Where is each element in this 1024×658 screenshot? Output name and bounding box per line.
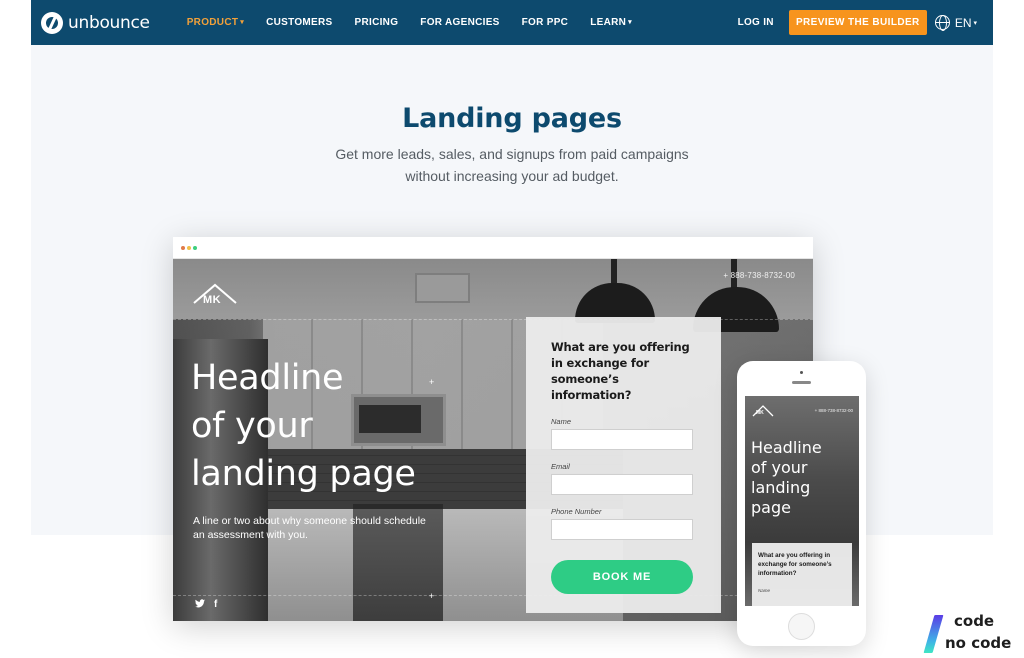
window-dot-close-icon <box>181 245 185 250</box>
window-dot-minimize-icon <box>187 245 191 250</box>
login-link[interactable]: LOG IN <box>738 17 774 28</box>
browser-bar <box>173 237 813 259</box>
chevron-down-icon: ▾ <box>628 19 632 26</box>
headline-line: page <box>751 498 791 517</box>
globe-icon <box>934 15 950 31</box>
phone-speaker-icon <box>792 381 811 384</box>
phone-number-label: Phone Number <box>551 507 602 516</box>
social-links: f <box>195 599 217 610</box>
language-selector[interactable]: EN ▾ <box>934 15 977 31</box>
mk-logo: MK <box>191 283 239 309</box>
header-phone-number: + 888-738-8732-00 <box>723 271 795 280</box>
mobile-lead-form: What are you offering in exchange for so… <box>752 543 852 606</box>
desktop-preview: MK + 888-738-8732-00 Headline of your la… <box>173 237 813 621</box>
code-no-code-watermark: code no code <box>923 612 1020 654</box>
hero-subtitle: Get more leads, sales, and signups from … <box>0 143 1024 187</box>
nav-right: LOG IN PREVIEW THE BUILDER EN ▾ <box>738 0 993 45</box>
email-field[interactable] <box>551 474 693 495</box>
ceiling-light <box>415 273 470 303</box>
nav-item-pricing[interactable]: PRICING <box>355 17 399 28</box>
headline-line: landing page <box>191 454 416 494</box>
landing-headline: Headline of your landing page <box>191 354 491 498</box>
phone-number-field[interactable] <box>551 519 693 540</box>
plus-marker-icon: + <box>429 591 435 601</box>
watermark-line: code <box>954 612 995 630</box>
email-label: Email <box>551 462 570 471</box>
nav-item-label: FOR AGENCIES <box>420 17 500 28</box>
landing-page-screen: MK + 888-738-8732-00 Headline of your la… <box>173 259 813 621</box>
chevron-down-icon: ▾ <box>973 19 977 27</box>
nav-menu: PRODUCT ▾ CUSTOMERS PRICING FOR AGENCIES … <box>187 17 654 28</box>
page-title: Landing pages <box>402 103 622 134</box>
nav-item-product[interactable]: PRODUCT ▾ <box>187 17 244 28</box>
mobile-headline: Headline of your landing page <box>751 438 822 518</box>
header-phone-number: + 888-738-8732-00 <box>814 408 853 413</box>
twitter-icon[interactable] <box>195 599 205 608</box>
nav-item-learn[interactable]: LEARN ▾ <box>590 17 632 28</box>
headline-line: of your <box>191 406 313 446</box>
headline-line: Headline <box>751 438 822 457</box>
headline-line: landing <box>751 478 811 497</box>
unbounce-logo-icon <box>41 11 63 34</box>
window-dot-maximize-icon <box>193 245 197 250</box>
lamp-cord <box>611 259 617 285</box>
mobile-screen: MK + 888-738-8732-00 Headline of your la… <box>745 396 859 606</box>
book-me-button[interactable]: BOOK ME <box>551 560 693 594</box>
nav-item-label: PRICING <box>354 17 399 28</box>
mobile-preview: MK + 888-738-8732-00 Headline of your la… <box>737 361 866 646</box>
headline-line: of your <box>751 458 808 477</box>
name-label: Name <box>758 588 771 593</box>
nav-item-label: LEARN <box>590 17 627 28</box>
nav-item-for-ppc[interactable]: FOR PPC <box>522 17 569 28</box>
hero-subtitle-line: Get more leads, sales, and signups from … <box>335 146 689 162</box>
name-field[interactable] <box>551 429 693 450</box>
nav-item-customers[interactable]: CUSTOMERS <box>266 17 332 28</box>
landing-subline: A line or two about why someone should s… <box>193 515 426 541</box>
hero-subtitle-line: without increasing your ad budget. <box>405 168 619 184</box>
watermark-line: no code <box>945 634 1012 652</box>
page: unbounce PRODUCT ▾ CUSTOMERS PRICING FOR … <box>0 0 1024 658</box>
mk-logo-text: MK <box>756 410 764 416</box>
unbounce-logo[interactable]: unbounce <box>41 11 150 34</box>
lead-form: What are you offering in exchange for so… <box>526 317 721 613</box>
language-label: EN <box>954 15 972 30</box>
nav-item-for-agencies[interactable]: FOR AGENCIES <box>420 17 499 28</box>
chevron-down-icon: ▾ <box>240 19 245 26</box>
headline-line: Headline <box>191 358 344 398</box>
form-question: What are you offering in exchange for so… <box>758 552 832 577</box>
nav-item-label: PRODUCT <box>186 17 239 28</box>
preview-builder-button[interactable]: PREVIEW THE BUILDER <box>788 10 927 35</box>
phone-home-button <box>788 613 815 640</box>
plus-marker-icon: + <box>429 377 435 387</box>
name-label: Name <box>551 417 572 426</box>
facebook-icon[interactable]: f <box>214 599 217 610</box>
phone-camera-icon <box>800 371 803 374</box>
nav-item-label: CUSTOMERS <box>266 17 333 28</box>
form-question: What are you offering in exchange for so… <box>551 340 690 402</box>
nav-item-label: FOR PPC <box>521 17 569 28</box>
logo-text: unbounce <box>68 12 150 33</box>
slash-logo-icon <box>923 615 944 653</box>
top-nav: unbounce PRODUCT ▾ CUSTOMERS PRICING FOR … <box>31 0 993 45</box>
mk-logo-text: MK <box>203 294 222 306</box>
